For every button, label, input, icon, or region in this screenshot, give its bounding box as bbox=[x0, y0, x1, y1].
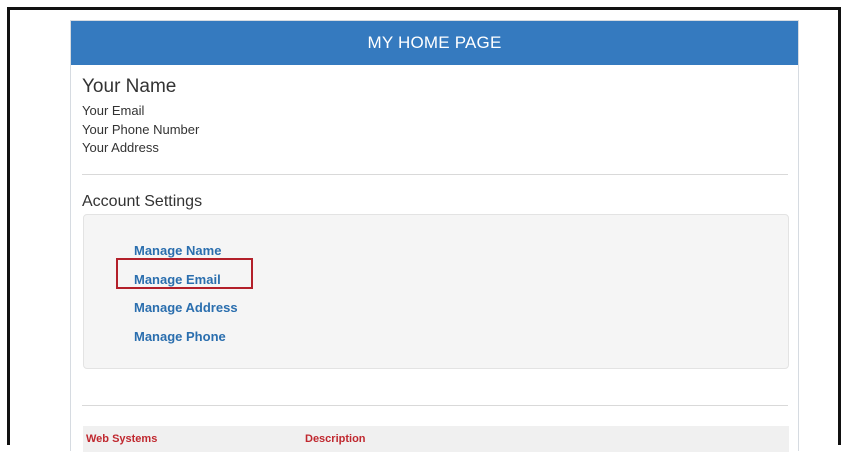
profile-name: Your Name bbox=[82, 76, 177, 97]
manage-phone-link[interactable]: Manage Phone bbox=[134, 329, 226, 344]
list-item: Manage Email bbox=[134, 265, 238, 294]
list-item: Manage Address bbox=[134, 293, 238, 322]
profile-email: Your Email bbox=[82, 103, 145, 118]
column-header-web-systems: Web Systems bbox=[86, 433, 158, 445]
divider bbox=[82, 405, 788, 406]
manage-address-link[interactable]: Manage Address bbox=[134, 300, 238, 315]
account-settings-links: Manage Name Manage Email Manage Address … bbox=[134, 236, 238, 351]
list-item: Manage Phone bbox=[134, 322, 238, 351]
account-settings-well: Manage Name Manage Email Manage Address … bbox=[83, 214, 789, 369]
panel-header: MY HOME PAGE bbox=[71, 21, 798, 65]
manage-name-link[interactable]: Manage Name bbox=[134, 243, 221, 258]
account-settings-title: Account Settings bbox=[82, 193, 203, 210]
list-item: Manage Name bbox=[134, 236, 238, 265]
profile-phone: Your Phone Number bbox=[82, 121, 200, 137]
profile-address: Your Address bbox=[82, 140, 159, 155]
divider bbox=[82, 174, 788, 175]
web-systems-table-header: Web Systems Description bbox=[83, 426, 789, 452]
profile-section: Your Name Your Email Your Phone Number Y… bbox=[71, 65, 798, 158]
home-panel: MY HOME PAGE Your Name Your Email Your P… bbox=[70, 20, 799, 452]
manage-email-link[interactable]: Manage Email bbox=[134, 272, 221, 287]
column-header-description: Description bbox=[305, 433, 366, 445]
page-title: MY HOME PAGE bbox=[367, 33, 502, 52]
